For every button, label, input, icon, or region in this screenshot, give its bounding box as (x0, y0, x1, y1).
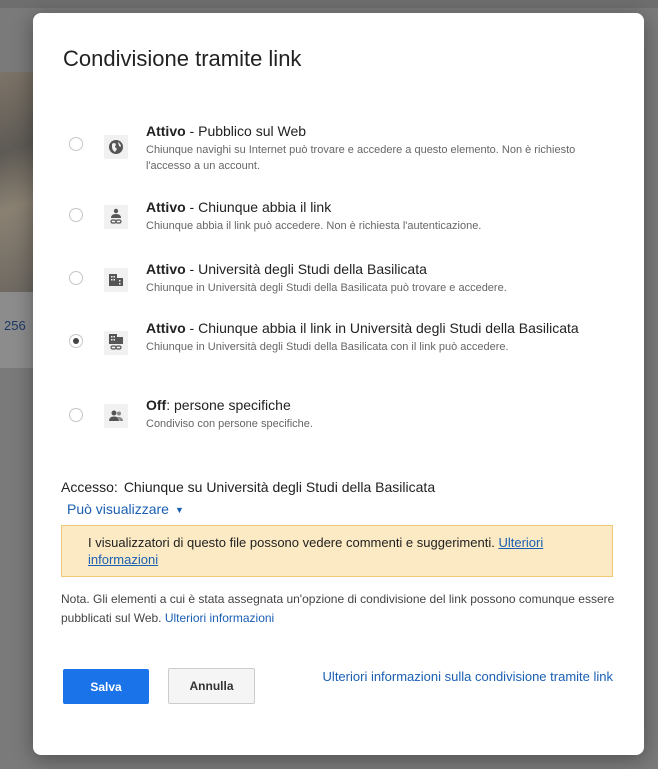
person-link-icon (104, 205, 128, 229)
option-description: Chiunque navighi su Internet può trovare… (146, 144, 576, 172)
option-heading: Attivo - Università degli Studi della Ba… (146, 261, 601, 278)
access-value: Chiunque su Università degli Studi della… (123, 479, 436, 495)
option-text: Attivo - Chiunque abbia il link Chiunque… (146, 199, 601, 234)
radio-university[interactable] (69, 271, 83, 285)
background-top-strip (0, 0, 658, 8)
access-label: Accesso: (61, 479, 118, 495)
radio-university-with-link[interactable] (69, 334, 83, 348)
option-heading: Attivo - Pubblico sul Web (146, 123, 601, 140)
access-row: Accesso: Chiunque su Università degli Stu… (61, 479, 435, 495)
dialog-title: Condivisione tramite link (63, 46, 302, 71)
radio-specific-people[interactable] (69, 408, 83, 422)
people-icon (104, 404, 128, 428)
option-text: Off: persone specifiche Condiviso con pe… (146, 397, 601, 432)
option-label: - Università degli Studi della Basilicat… (185, 261, 427, 277)
option-description: Chiunque in Università degli Studi della… (146, 341, 509, 353)
radio-public-web[interactable] (69, 137, 83, 151)
option-text: Attivo - Pubblico sul Web Chiunque navig… (146, 123, 601, 174)
comments-notice: I visualizzatori di questo file possono … (61, 525, 613, 577)
sharing-help-link[interactable]: Ulteriori informazioni sulla condivision… (285, 668, 613, 685)
option-status: Off (146, 397, 167, 413)
link-sharing-dialog: Condivisione tramite link Attivo - Pubbl… (33, 13, 644, 755)
option-status: Attivo (146, 123, 186, 139)
sharing-note: Nota. Gli elementi a cui è stata assegna… (61, 590, 621, 628)
cancel-button[interactable]: Annulla (168, 668, 255, 704)
option-heading: Off: persone specifiche (146, 397, 601, 414)
globe-icon (104, 135, 128, 159)
option-text: Attivo - Chiunque abbia il link in Unive… (146, 320, 601, 355)
save-button[interactable]: Salva (63, 669, 149, 704)
note-learn-more-link[interactable]: Ulteriori informazioni (165, 611, 274, 625)
radio-anyone-with-link[interactable] (69, 208, 83, 222)
option-label: - Pubblico sul Web (185, 123, 307, 139)
permission-dropdown[interactable]: Può visualizzare ▼ (67, 501, 184, 517)
option-status: Attivo (146, 320, 186, 336)
option-heading: Attivo - Chiunque abbia il link (146, 199, 601, 216)
building-link-icon (104, 331, 128, 355)
option-description: Chiunque abbia il link può accedere. Non… (146, 220, 482, 232)
option-description: Chiunque in Università degli Studi della… (146, 282, 507, 294)
chevron-down-icon: ▼ (174, 505, 184, 515)
background-number: 256 (4, 318, 26, 333)
option-status: Attivo (146, 261, 186, 277)
option-description: Condiviso con persone specifiche. (146, 418, 313, 430)
option-heading: Attivo - Chiunque abbia il link in Unive… (146, 320, 601, 337)
permission-value: Può visualizzare (67, 501, 169, 517)
notice-text: I visualizzatori di questo file possono … (88, 535, 495, 550)
note-text: Nota. Gli elementi a cui è stata assegna… (61, 592, 615, 625)
option-text: Attivo - Università degli Studi della Ba… (146, 261, 601, 296)
building-icon (104, 268, 128, 292)
option-status: Attivo (146, 199, 186, 215)
option-label: - Chiunque abbia il link in Università d… (185, 320, 579, 336)
option-label: : persone specifiche (166, 397, 291, 413)
option-label: - Chiunque abbia il link (185, 199, 332, 215)
